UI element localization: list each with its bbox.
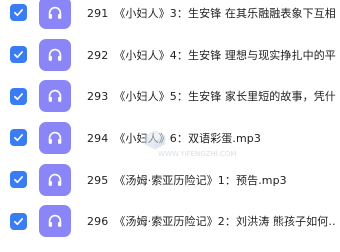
list-item[interactable]: 295 《汤姆·索亚历险记》1：预告.mp3 [0, 159, 340, 201]
check-icon [14, 9, 23, 17]
file-number: 293 [87, 90, 109, 104]
audio-file-icon [39, 38, 71, 71]
list-item[interactable]: 292 《小妇人》4：生安锋 理想与现实挣扎中的平... [0, 34, 340, 76]
check-icon [14, 51, 23, 59]
file-name: 《汤姆·索亚历险记》1：预告.mp3 [114, 173, 287, 187]
check-icon [14, 176, 23, 184]
file-number: 292 [87, 48, 109, 62]
check-icon [14, 92, 23, 100]
file-title[interactable]: 292 《小妇人》4：生安锋 理想与现实挣扎中的平... [87, 47, 336, 63]
headphones-icon [48, 215, 62, 228]
file-list: 291 《小妇人》3：生安锋 在其乐融融表象下互相... 292 《小妇人》4：生安… [0, 0, 340, 242]
file-title[interactable]: 294 《小妇人》6：双语彩蛋.mp3 [87, 130, 336, 146]
check-icon [14, 217, 23, 225]
file-number: 291 [87, 6, 109, 20]
file-number: 295 [87, 173, 109, 187]
file-number: 294 [87, 131, 109, 145]
list-item[interactable]: 293 《小妇人》5：生安锋 家长里短的故事，凭什... [0, 75, 340, 117]
list-item[interactable]: 291 《小妇人》3：生安锋 在其乐融融表象下互相... [0, 0, 340, 34]
list-item[interactable]: 294 《小妇人》6：双语彩蛋.mp3 [0, 117, 340, 159]
file-title[interactable]: 291 《小妇人》3：生安锋 在其乐融融表象下互相... [87, 5, 336, 21]
audio-file-icon [39, 205, 71, 238]
file-title[interactable]: 295 《汤姆·索亚历险记》1：预告.mp3 [87, 172, 336, 188]
headphones-icon [48, 48, 62, 61]
headphones-icon [48, 173, 62, 186]
file-name: 《小妇人》6：双语彩蛋.mp3 [114, 131, 261, 145]
audio-file-icon [39, 121, 71, 154]
headphones-icon [48, 131, 62, 144]
file-name: 《小妇人》3：生安锋 在其乐融融表象下互相... [114, 6, 336, 20]
file-name: 《小妇人》4：生安锋 理想与现实挣扎中的平... [114, 48, 336, 62]
row-checkbox[interactable] [10, 212, 27, 230]
audio-file-icon [39, 163, 71, 196]
check-icon [14, 134, 23, 142]
row-checkbox[interactable] [10, 129, 27, 147]
headphones-icon [48, 6, 62, 19]
file-number: 296 [87, 215, 109, 229]
list-item[interactable]: 296 《汤姆·索亚历险记》2：刘洪涛 熊孩子如何... [0, 200, 340, 242]
row-checkbox[interactable] [10, 46, 27, 64]
row-checkbox[interactable] [10, 171, 27, 189]
audio-file-icon [39, 80, 71, 113]
row-checkbox[interactable] [10, 87, 27, 105]
file-title[interactable]: 296 《汤姆·索亚历险记》2：刘洪涛 熊孩子如何... [87, 213, 336, 229]
headphones-icon [48, 90, 62, 103]
audio-file-icon [39, 0, 71, 29]
file-title[interactable]: 293 《小妇人》5：生安锋 家长里短的故事，凭什... [87, 88, 336, 104]
file-name: 《汤姆·索亚历险记》2：刘洪涛 熊孩子如何... [114, 215, 336, 229]
file-name: 《小妇人》5：生安锋 家长里短的故事，凭什... [114, 90, 336, 104]
row-checkbox[interactable] [10, 4, 27, 22]
